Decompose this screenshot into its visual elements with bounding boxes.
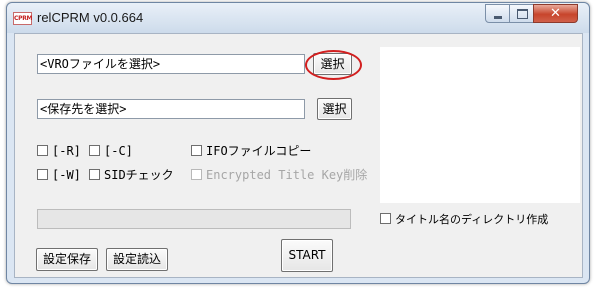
checkbox-box[interactable] — [89, 145, 100, 156]
option-r-label: [-R] — [52, 144, 81, 158]
save-settings-button[interactable]: 設定保存 — [36, 248, 98, 271]
app-window: CPRM relCPRM v0.0.664 ✕ <VROファイルを選択> 選択 … — [6, 2, 590, 284]
checkbox-box[interactable] — [37, 169, 48, 180]
encrypted-key-checkbox: Encrypted Title Key削除 — [191, 167, 367, 183]
preview-panel — [380, 47, 580, 203]
title-bar[interactable]: CPRM relCPRM v0.0.664 ✕ — [7, 3, 589, 33]
sid-check-label: SIDチェック — [104, 168, 174, 182]
checkbox-box[interactable] — [191, 145, 202, 156]
app-logo-icon: CPRM — [13, 12, 33, 25]
client-area: <VROファイルを選択> 選択 <保存先を選択> 選択 [-R] [-C] IF… — [14, 33, 583, 278]
maximize-icon — [517, 9, 528, 19]
window-title: relCPRM v0.0.664 — [37, 10, 144, 25]
maximize-button[interactable] — [509, 4, 534, 23]
checkbox-box — [191, 169, 202, 180]
checkbox-box[interactable] — [37, 145, 48, 156]
option-w-checkbox[interactable]: [-W] — [37, 167, 81, 183]
minimize-icon — [494, 16, 502, 19]
progress-bar — [37, 209, 351, 229]
title-dir-label: タイトル名のディレクトリ作成 — [395, 213, 549, 226]
ifo-copy-label: IFOファイルコピー — [206, 144, 312, 158]
load-settings-button[interactable]: 設定読込 — [106, 248, 168, 271]
option-w-label: [-W] — [52, 168, 81, 182]
title-dir-checkbox[interactable]: タイトル名のディレクトリ作成 — [380, 211, 548, 227]
checkbox-box[interactable] — [89, 169, 100, 180]
sid-check-checkbox[interactable]: SIDチェック — [89, 167, 174, 183]
option-r-checkbox[interactable]: [-R] — [37, 143, 81, 159]
destination-select-button[interactable]: 選択 — [317, 98, 352, 120]
start-button[interactable]: START — [281, 239, 333, 272]
encrypted-key-label: Encrypted Title Key削除 — [206, 168, 368, 182]
destination-input[interactable]: <保存先を選択> — [37, 99, 305, 119]
vro-file-input[interactable]: <VROファイルを選択> — [37, 54, 305, 74]
ifo-copy-checkbox[interactable]: IFOファイルコピー — [191, 143, 311, 159]
highlight-circle — [305, 50, 362, 80]
checkbox-box[interactable] — [380, 213, 391, 224]
option-c-label: [-C] — [104, 144, 133, 158]
option-c-checkbox[interactable]: [-C] — [89, 143, 133, 159]
close-icon: ✕ — [550, 6, 561, 21]
minimize-button[interactable] — [485, 4, 510, 23]
close-button[interactable]: ✕ — [533, 4, 578, 23]
